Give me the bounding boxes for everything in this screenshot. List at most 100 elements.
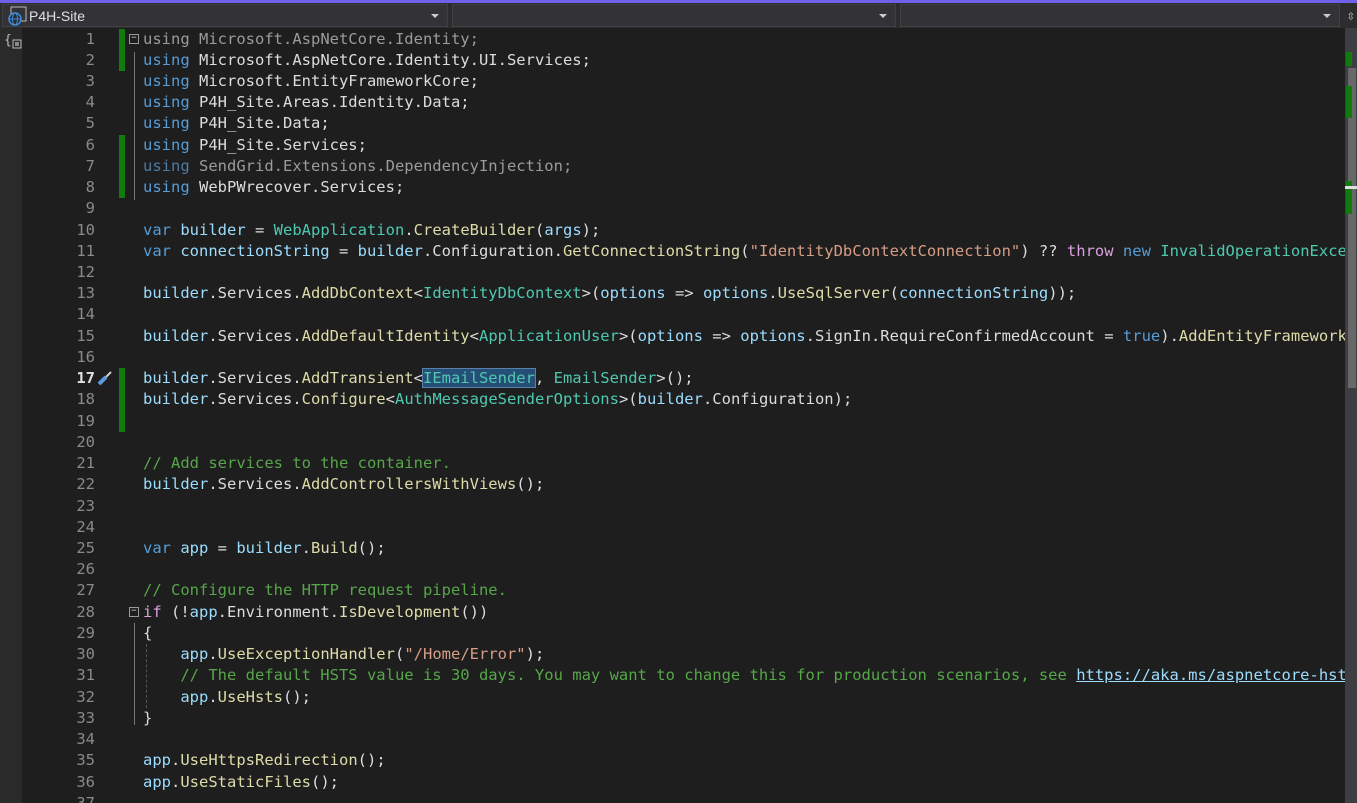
split-window-icon[interactable]: ⇳ bbox=[1347, 8, 1355, 24]
code-line[interactable]: 15 builder.Services.AddDefaultIdentity<Ap… bbox=[22, 326, 1345, 347]
code-line[interactable]: 35 app.UseHttpsRedirection(); bbox=[22, 750, 1345, 771]
code-line[interactable]: 22 builder.Services.AddControllersWithVie… bbox=[22, 474, 1345, 495]
code-token: < bbox=[469, 326, 479, 345]
navigation-bar: P4H-Site ⇳ bbox=[0, 3, 1357, 28]
code-token: ( bbox=[394, 645, 405, 664]
code-text: builder.Services.AddDefaultIdentity<Appl… bbox=[143, 326, 1345, 347]
code-token: // The default HSTS value is 30 days. Yo… bbox=[143, 666, 1077, 685]
change-bar bbox=[119, 368, 125, 390]
code-token: throw bbox=[1066, 241, 1123, 260]
code-line[interactable]: 37 bbox=[22, 793, 1345, 803]
code-line[interactable]: 23 bbox=[22, 496, 1345, 517]
code-line[interactable]: 24 bbox=[22, 517, 1345, 538]
code-token: Build bbox=[311, 539, 358, 558]
code-token: , bbox=[534, 369, 554, 388]
code-token: using bbox=[143, 50, 199, 69]
code-line[interactable]: 2 using Microsoft.AspNetCore.Identity.UI.… bbox=[22, 49, 1345, 72]
code-token: "/Home/Error" bbox=[404, 645, 526, 664]
code-token: var bbox=[143, 220, 181, 239]
code-line[interactable]: 33} bbox=[22, 708, 1345, 729]
code-token: InvalidOperationException bbox=[1160, 241, 1345, 260]
code-text: var app = builder.Build(); bbox=[143, 538, 386, 559]
line-number: 23 bbox=[76, 496, 95, 515]
code-line[interactable]: 30 app.UseExceptionHandler("/Home/Error"… bbox=[22, 644, 1345, 665]
code-token: builder bbox=[143, 475, 209, 494]
code-token: builder bbox=[180, 220, 246, 239]
collapse-icon[interactable]: − bbox=[129, 33, 139, 44]
line-number: 13 bbox=[76, 284, 95, 303]
line-number: 4 bbox=[85, 93, 95, 112]
change-marker bbox=[1346, 52, 1352, 66]
line-number: 11 bbox=[76, 241, 95, 260]
code-token: .Environment. bbox=[217, 602, 339, 621]
code-line[interactable]: 26 bbox=[22, 559, 1345, 580]
code-line[interactable]: 5 using P4H_Site.Data; bbox=[22, 113, 1345, 134]
code-line[interactable]: 27 // Configure the HTTP request pipeline… bbox=[22, 580, 1345, 601]
change-bar bbox=[119, 155, 125, 178]
code-token: UseSqlServer bbox=[777, 284, 890, 303]
code-token: var bbox=[143, 241, 181, 260]
collapse-icon[interactable]: − bbox=[129, 606, 139, 617]
code-text: if (!app.Environment.IsDevelopment()) bbox=[143, 602, 488, 623]
screwdriver-icon[interactable] bbox=[95, 368, 115, 388]
code-token: Microsoft.AspNetCore.Identity; bbox=[199, 29, 479, 48]
code-token: ( bbox=[889, 284, 899, 303]
code-line[interactable]: 21 // Add services to the container. bbox=[22, 453, 1345, 474]
code-text: builder.Services.Configure<AuthMessageSe… bbox=[143, 389, 852, 410]
code-line[interactable]: 17 builder.Services.AddTransient<IEmailSe… bbox=[22, 368, 1345, 390]
line-number: 14 bbox=[76, 305, 95, 324]
type-dropdown[interactable] bbox=[452, 4, 896, 27]
code-editor[interactable]: 1− using Microsoft.AspNetCore.Identity; 2 u… bbox=[22, 28, 1345, 803]
code-line[interactable]: 13 builder.Services.AddDbContext<Identity… bbox=[22, 283, 1345, 304]
code-token: Microsoft.AspNetCore.Identity.UI.Service… bbox=[199, 50, 591, 69]
code-line[interactable]: 34 bbox=[22, 729, 1345, 750]
code-line[interactable]: 31 // The default HSTS value is 30 days.… bbox=[22, 665, 1345, 686]
code-line[interactable]: 10 var builder = WebApplication.CreateBui… bbox=[22, 220, 1345, 241]
code-token: IsDevelopment bbox=[339, 602, 461, 621]
code-token: )); bbox=[1048, 284, 1077, 303]
member-dropdown[interactable] bbox=[900, 4, 1340, 27]
code-line[interactable]: 4 using P4H_Site.Areas.Identity.Data; bbox=[22, 92, 1345, 113]
code-token: new bbox=[1122, 241, 1161, 260]
code-token: >( bbox=[618, 390, 638, 409]
code-token: AuthMessageSenderOptions bbox=[395, 390, 619, 409]
link[interactable]: https://aka.ms/aspnetcore-hsts bbox=[1076, 666, 1345, 684]
code-line[interactable]: 32 app.UseHsts(); bbox=[22, 687, 1345, 708]
code-line[interactable]: 7 using SendGrid.Extensions.DependencyInj… bbox=[22, 155, 1345, 178]
vertical-scrollbar[interactable] bbox=[1345, 28, 1357, 803]
code-line[interactable]: 20 bbox=[22, 432, 1345, 453]
code-token: AddEntityFrameworkStores bbox=[1178, 326, 1345, 345]
code-line[interactable]: 1 − using Microsoft.AspNetCore.Identity; bbox=[22, 28, 1345, 50]
code-line[interactable]: 9 bbox=[22, 198, 1345, 219]
code-line[interactable]: 6 using P4H_Site.Services; bbox=[22, 134, 1345, 156]
project-dropdown[interactable]: P4H-Site bbox=[2, 4, 448, 27]
line-number: 15 bbox=[76, 326, 95, 345]
code-line[interactable]: 8 using WebPWrecover.Services; bbox=[22, 177, 1345, 199]
code-line[interactable]: 3 using Microsoft.EntityFrameworkCore; bbox=[22, 71, 1345, 92]
code-line[interactable]: 28 − if (!app.Environment.IsDevelopment()) bbox=[22, 602, 1345, 623]
code-line[interactable]: 12 bbox=[22, 262, 1345, 283]
code-line[interactable]: 18 builder.Services.Configure<AuthMessage… bbox=[22, 389, 1345, 411]
code-token: < bbox=[413, 369, 423, 388]
code-token: = bbox=[329, 241, 358, 260]
code-text: builder.Services.AddTransient<IEmailSend… bbox=[143, 368, 694, 389]
code-token: ApplicationUser bbox=[478, 326, 619, 345]
code-line[interactable]: 25 var app = builder.Build(); bbox=[22, 538, 1345, 559]
chevron-down-icon bbox=[431, 14, 439, 18]
code-token: .Configuration); bbox=[702, 390, 853, 409]
code-line[interactable]: 14 bbox=[22, 304, 1345, 325]
line-number: 31 bbox=[76, 666, 95, 685]
code-line[interactable]: 11 var connectionString = builder.Configu… bbox=[22, 241, 1345, 262]
line-number: 34 bbox=[76, 730, 95, 749]
code-token: options bbox=[600, 284, 666, 303]
code-line[interactable]: 19 bbox=[22, 410, 1345, 432]
code-text: app.UseExceptionHandler("/Home/Error"); bbox=[143, 644, 544, 665]
code-line[interactable]: 16 bbox=[22, 347, 1345, 368]
code-token: using bbox=[143, 114, 199, 133]
code-token: UseStaticFiles bbox=[180, 772, 311, 791]
code-token: WebPWrecover.Services; bbox=[199, 178, 405, 197]
code-token: app bbox=[180, 687, 209, 706]
code-line[interactable]: 36 app.UseStaticFiles(); bbox=[22, 772, 1345, 793]
code-line[interactable]: 29 { bbox=[22, 623, 1345, 644]
